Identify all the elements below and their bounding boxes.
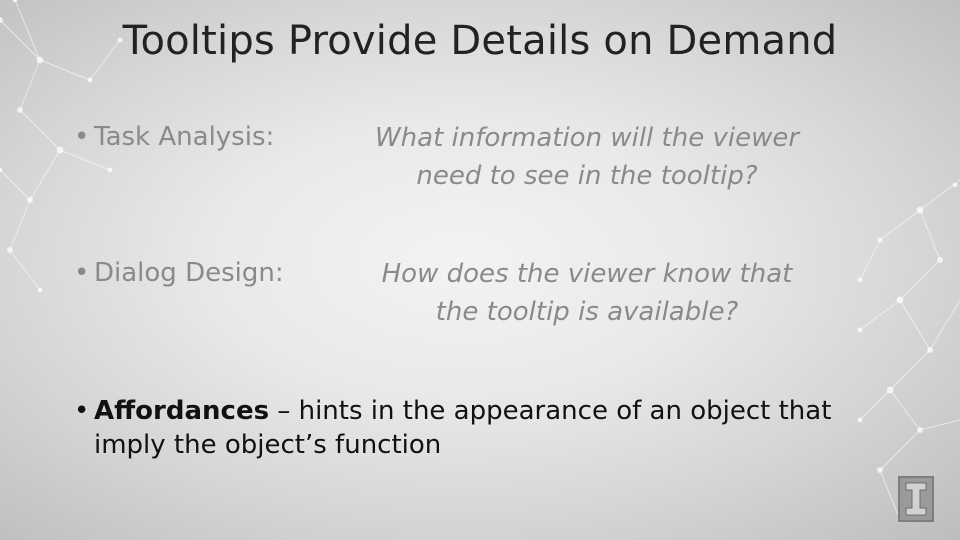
bullet-label-task-analysis: Task Analysis: [94,122,275,152]
university-logo-icon [898,476,934,522]
bullet-label-dialog-design: Dialog Design: [94,258,284,288]
bullet-task-analysis: • Task Analysis: [74,122,274,152]
block-i-icon [905,482,927,516]
bullet-dot: • [74,396,90,426]
affordances-definition-line1: – hints in the appearance of an object t… [269,396,832,426]
bullet-dot: • [74,122,90,152]
question-line: the tooltip is available? [435,297,739,327]
question-line: What information will the viewer [374,123,800,153]
affordances-definition-line2: imply the object’s function [94,430,442,460]
bullet-dot: • [74,258,90,288]
slide-title: Tooltips Provide Details on Demand [122,18,838,64]
slide: Tooltips Provide Details on Demand • Task… [0,0,960,540]
bullet-dialog-design: • Dialog Design: [74,258,284,288]
question-task-analysis: What information will the viewer need to… [327,119,847,195]
question-line: How does the viewer know that [381,259,793,289]
bullet-affordances: • Affordances – hints in the appearance o… [74,394,874,462]
affordances-term: Affordances [94,396,270,426]
question-dialog-design: How does the viewer know that the toolti… [327,255,847,331]
question-line: need to see in the tooltip? [416,161,758,191]
